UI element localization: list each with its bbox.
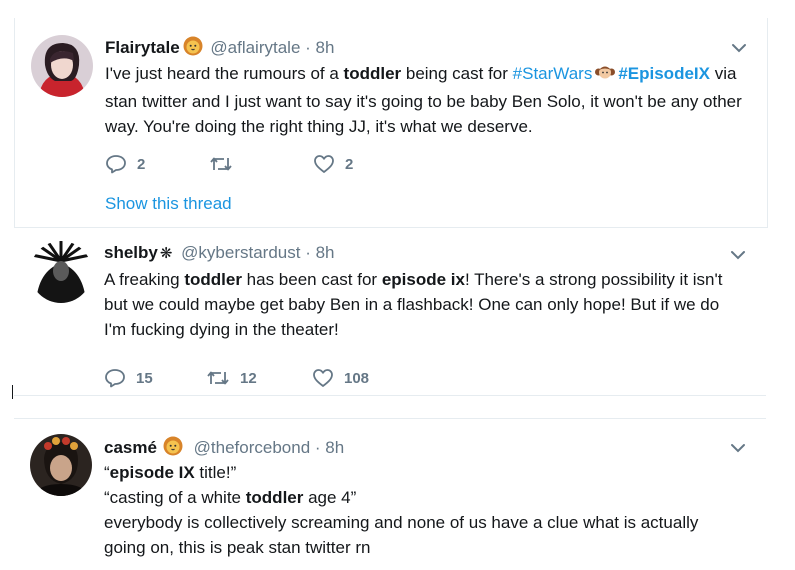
tweet-time[interactable]: · 8h (305, 243, 334, 262)
tweet-time[interactable]: · 8h (315, 438, 344, 457)
tweet-header: shelby ❋ @kyberstardust · 8h (104, 243, 335, 263)
like-button[interactable]: 2 (313, 154, 353, 174)
user-handle[interactable]: @theforcebond (194, 438, 311, 457)
leia-emoji (595, 62, 616, 89)
avatar[interactable] (30, 434, 92, 496)
retweet-icon (207, 371, 229, 385)
heart-icon (314, 155, 334, 173)
tweet-flairytale[interactable]: Flairytale @aflairytale · 8h I've just h… (14, 18, 768, 228)
highlight-term: episode ix (381, 270, 465, 289)
tweet-time[interactable]: · 8h (305, 38, 334, 57)
like-count: 2 (345, 155, 354, 173)
avatar[interactable] (30, 241, 92, 303)
reply-count: 2 (137, 155, 146, 173)
highlight-term: toddler (245, 488, 304, 507)
tweet-header: casmé @theforcebond · 8h (104, 436, 344, 461)
chevron-down-icon[interactable] (729, 38, 749, 58)
sparkle-icon: ❋ (159, 245, 173, 262)
reply-button[interactable]: 2 (105, 154, 145, 174)
reply-icon (106, 155, 126, 174)
tweet-shelby[interactable]: shelby ❋ @kyberstardust · 8h A freaking t… (14, 228, 766, 396)
text-line: “casting of a white toddler age 4” (104, 488, 357, 507)
user-handle[interactable]: @aflairytale (210, 38, 300, 57)
retweet-icon (210, 157, 232, 171)
heart-icon (313, 369, 333, 387)
retweet-button[interactable]: 12 (206, 368, 257, 388)
display-name[interactable]: shelby (104, 243, 158, 262)
avatar[interactable] (31, 35, 93, 97)
tweet-casme[interactable]: casmé @theforcebond · 8h “episode IX tit… (14, 418, 766, 570)
user-handle[interactable]: @kyberstardust (181, 243, 300, 262)
tweet-header: Flairytale @aflairytale · 8h (105, 36, 334, 61)
chevron-down-icon[interactable] (728, 245, 748, 265)
show-thread-link[interactable]: Show this thread (105, 194, 232, 214)
text-line: everybody is collectively screaming and … (104, 513, 699, 557)
retweet-count: 12 (240, 369, 257, 387)
tweet-text: A freaking toddler has been cast for epi… (104, 270, 723, 339)
text-line: “episode IX title!” (104, 463, 237, 482)
display-name[interactable]: casmé (104, 438, 157, 457)
reply-icon (105, 369, 125, 388)
like-count: 108 (344, 369, 370, 387)
hashtag-starwars[interactable]: #StarWars (513, 64, 593, 83)
lion-emoji (163, 436, 183, 461)
text-cursor (12, 385, 13, 399)
reply-count: 15 (136, 369, 153, 387)
highlight-term: toddler (184, 270, 242, 289)
lion-emoji (183, 36, 203, 61)
tweet-text: “episode IX title!” “casting of a white … (104, 460, 744, 560)
display-name[interactable]: Flairytale (105, 38, 180, 57)
hashtag-episodeix[interactable]: #EpisodeIX (618, 64, 710, 83)
highlight-term: toddler (343, 64, 402, 83)
reply-button[interactable]: 15 (104, 368, 153, 388)
chevron-down-icon[interactable] (728, 438, 748, 458)
retweet-button[interactable] (209, 154, 243, 174)
highlight-term: episode IX (109, 463, 195, 482)
tweet-text: I've just heard the rumours of a toddler… (105, 62, 742, 136)
like-button[interactable]: 108 (312, 368, 369, 388)
